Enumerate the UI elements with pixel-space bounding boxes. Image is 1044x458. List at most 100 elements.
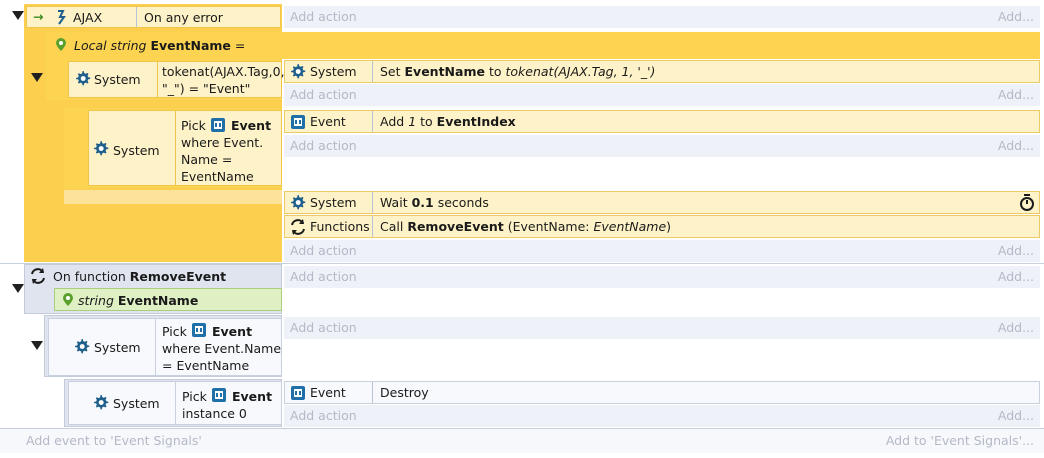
instance-text: instance 0 <box>182 406 247 421</box>
action-wait[interactable]: System Wait 0.1 seconds <box>284 191 1040 214</box>
action-text: Call RemoveEvent (EventName: EventName) <box>380 219 672 234</box>
pick-label: Pick <box>162 324 187 339</box>
action-text: Destroy <box>380 385 429 400</box>
gear-icon <box>291 195 306 210</box>
condition-object-name: System <box>113 396 160 411</box>
action-object-name: Event <box>310 385 346 400</box>
functions-icon <box>291 218 305 236</box>
divider <box>0 263 1044 264</box>
add-event-link[interactable]: Add event to 'Event Signals' <box>26 430 202 452</box>
condition-system-object[interactable]: System <box>48 318 156 376</box>
pick-label: Pick <box>182 389 207 404</box>
condition-tokenat[interactable]: tokenat(AJAX.Tag,0, "_") = "Event" <box>158 61 285 98</box>
add-action-link[interactable]: Add action <box>290 317 357 339</box>
function-parameter[interactable]: string EventName <box>54 288 282 311</box>
divider <box>372 111 373 132</box>
variable-pin-icon <box>54 37 68 53</box>
action-text: Wait 0.1 seconds <box>380 195 489 210</box>
footer-add-event-row[interactable]: Add event to 'Event Signals' Add to 'Eve… <box>0 429 1044 453</box>
add-action-link[interactable]: Add action <box>290 240 357 262</box>
condition-system-object[interactable]: System <box>68 61 158 98</box>
sub-event-3-block <box>82 204 282 262</box>
condition-object-name: System <box>113 143 160 158</box>
pick-object-name: Event <box>232 389 273 404</box>
function-header: On function RemoveEvent <box>53 269 227 284</box>
action-destroy[interactable]: Event Destroy <box>284 381 1040 404</box>
ajax-plugin-name: AJAX <box>73 10 103 25</box>
action-add-to[interactable]: Event Add 1 to EventIndex <box>284 110 1040 133</box>
where-line1: where Event.Name <box>162 341 282 356</box>
gear-icon <box>94 141 109 156</box>
condition-pick-instance[interactable]: Pick Event instance 0 <box>176 381 282 425</box>
where-line1: where Event. <box>181 135 264 150</box>
arrow-icon: → <box>33 9 44 24</box>
gear-icon <box>76 71 91 86</box>
add-action-short[interactable]: Add... <box>998 240 1034 262</box>
condition-system-object[interactable]: System <box>88 110 176 186</box>
where-line2: = EventName <box>162 358 250 373</box>
add-action-short[interactable]: Add... <box>998 135 1034 157</box>
action-object-name: Functions <box>310 219 370 234</box>
condition-ajax-trigger[interactable]: → AJAX On any error <box>26 6 281 28</box>
event-object-icon <box>192 323 206 337</box>
action-call-function[interactable]: Functions Call RemoveEvent (EventName: E… <box>284 215 1040 238</box>
add-action-row[interactable]: Add action Add... <box>284 266 1040 288</box>
parameter-pin-icon <box>61 292 75 308</box>
add-action-row[interactable]: Add action Add... <box>284 84 1040 106</box>
where-line3: EventName <box>181 169 254 184</box>
action-text: Add 1 to EventIndex <box>380 114 516 129</box>
local-variable-row[interactable]: Local string EventName = <box>46 32 1040 59</box>
trigger-text: On any error <box>144 10 223 25</box>
action-object-name: System <box>310 64 357 79</box>
condition-object-name: System <box>94 72 141 87</box>
divider <box>372 61 373 82</box>
add-action-row[interactable]: Add action Add... <box>284 135 1040 157</box>
add-event-short[interactable]: Add to 'Event Signals'... <box>886 430 1034 452</box>
add-action-short[interactable]: Add... <box>998 405 1034 427</box>
divider <box>372 382 373 403</box>
divider <box>372 192 373 213</box>
gear-icon <box>291 64 306 79</box>
condition-system-object[interactable]: System <box>68 381 176 425</box>
event-object-icon <box>211 118 225 132</box>
action-text: Set EventName to tokenat(AJAX.Tag, 1, '_… <box>380 64 656 79</box>
event-object-icon <box>212 388 226 402</box>
add-action-row[interactable]: Add action Add... <box>284 317 1040 339</box>
add-action-link[interactable]: Add action <box>290 84 357 106</box>
condition-pick-by-comparison[interactable]: Pick Event where Event. Name = EventName <box>176 110 282 186</box>
add-action-link[interactable]: Add action <box>290 405 357 427</box>
pick-object-name: Event <box>231 118 272 133</box>
where-line2: Name = <box>181 152 233 167</box>
add-action-link[interactable]: Add action <box>290 135 357 157</box>
event-object-icon <box>291 386 305 400</box>
condition-text-line2: "_") = "Event" <box>162 81 251 96</box>
add-action-row[interactable]: Add action Add... <box>284 6 1040 28</box>
action-set-variable[interactable]: System Set EventName to tokenat(AJAX.Tag… <box>284 60 1040 83</box>
add-action-short[interactable]: Add... <box>998 84 1034 106</box>
add-action-row[interactable]: Add action Add... <box>284 405 1040 427</box>
collapse-toggle[interactable] <box>12 11 24 20</box>
timer-icon <box>1019 194 1035 212</box>
add-action-short[interactable]: Add... <box>998 317 1034 339</box>
ajax-plugin-icon <box>55 9 69 25</box>
divider <box>136 7 137 27</box>
parameter-label: string EventName <box>78 293 199 308</box>
add-action-link[interactable]: Add action <box>290 6 357 28</box>
condition-object-name: System <box>94 340 141 355</box>
action-object-name: System <box>310 195 357 210</box>
collapse-toggle[interactable] <box>31 73 43 82</box>
add-action-short[interactable]: Add... <box>998 6 1034 28</box>
pick-object-name: Event <box>212 324 253 339</box>
add-action-link[interactable]: Add action <box>290 266 357 288</box>
collapse-toggle[interactable] <box>12 284 24 293</box>
condition-text-line1: tokenat(AJAX.Tag,0, <box>162 64 285 79</box>
add-action-short[interactable]: Add... <box>998 266 1034 288</box>
sub-event-3-conditions[interactable] <box>64 190 282 204</box>
pick-label: Pick <box>181 118 206 133</box>
collapse-toggle[interactable] <box>31 341 43 350</box>
condition-pick-by-comparison[interactable]: Pick Event where Event.Name = EventName <box>156 318 282 376</box>
action-object-name: Event <box>310 114 346 129</box>
function-icon <box>31 267 45 285</box>
event-object-icon <box>291 115 305 129</box>
add-action-row[interactable]: Add action Add... <box>284 240 1040 262</box>
